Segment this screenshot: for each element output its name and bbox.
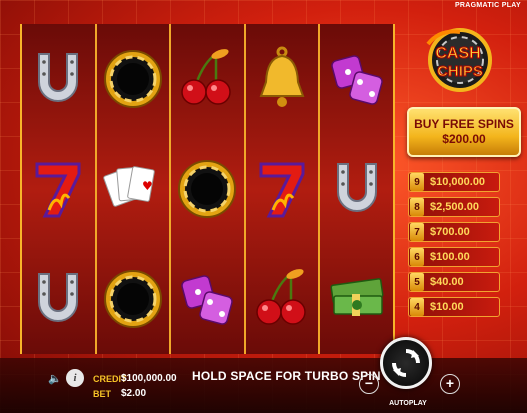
horseshoe-symbol-icon: [22, 244, 95, 354]
horseshoe-symbol-icon: [22, 24, 95, 134]
chip-symbol-icon: [171, 134, 244, 244]
dice-symbol-icon: [171, 244, 244, 354]
cash-symbol-icon: [320, 244, 393, 354]
bet-value: $2.00: [121, 388, 147, 399]
buy-free-spins-title: BUY FREE SPINS: [414, 117, 514, 131]
paytable-count: 9: [410, 173, 424, 191]
cherries-symbol-icon: [171, 24, 244, 134]
paytable-amount: $10,000.00: [430, 176, 486, 188]
decrease-bet-button[interactable]: −: [359, 374, 379, 394]
increase-bet-button[interactable]: +: [440, 374, 460, 394]
paytable-amount: $700.00: [430, 226, 470, 238]
turbo-spin-hint: HOLD SPACE FOR TURBO SPIN: [192, 369, 381, 383]
chip-symbol-icon: [97, 24, 170, 134]
scatter-paytable: 9 $10,000.00 8 $2,500.00 7 $700.00 6 $100.00…: [408, 172, 500, 322]
paytable-row: 5 $40.00: [408, 272, 500, 292]
paytable-amount: $40.00: [430, 276, 464, 288]
cherries-symbol-icon: [246, 244, 319, 354]
buy-free-spins-price: $200.00: [442, 132, 486, 146]
bell-symbol-icon: [246, 24, 319, 134]
horseshoe-symbol-icon: [320, 134, 393, 244]
paytable-count: 4: [410, 298, 424, 316]
spin-arrows-icon: [392, 349, 420, 377]
reel-column: [320, 24, 393, 354]
paytable-count: 7: [410, 223, 424, 241]
seven-symbol-icon: [22, 134, 95, 244]
svg-text:♥: ♥: [142, 179, 153, 193]
paytable-amount: $10.00: [430, 301, 464, 313]
credit-value: $100,000.00: [121, 373, 177, 384]
dice-symbol-icon: [320, 24, 393, 134]
buy-free-spins-button[interactable]: BUY FREE SPINS $200.00: [407, 107, 521, 157]
autoplay-button[interactable]: AUTOPLAY: [388, 400, 428, 407]
paytable-count: 5: [410, 273, 424, 291]
seven-symbol-icon: [246, 134, 319, 244]
sound-icon[interactable]: 🔈: [46, 369, 64, 387]
paytable-row: 6 $100.00: [408, 247, 500, 267]
provider-label: PRAGMATIC PLAY: [454, 2, 521, 9]
info-icon[interactable]: i: [66, 369, 84, 387]
reel-grid: ♥: [20, 24, 395, 354]
game-logo: CASH CHIPS: [420, 24, 496, 96]
chip-symbol-icon: [97, 244, 170, 354]
paytable-amount: $100.00: [430, 251, 470, 263]
reel-column: ♥: [97, 24, 172, 354]
logo-line2: CHIPS: [437, 63, 483, 80]
cards-symbol-icon: ♥: [97, 134, 170, 244]
paytable-row: 9 $10,000.00: [408, 172, 500, 192]
paytable-row: 4 $10.00: [408, 297, 500, 317]
paytable-row: 7 $700.00: [408, 222, 500, 242]
logo-line1: CASH: [435, 45, 480, 62]
paytable-count: 8: [410, 198, 424, 216]
bet-label: BET: [93, 389, 111, 399]
spin-button[interactable]: [380, 337, 432, 389]
paytable-row: 8 $2,500.00: [408, 197, 500, 217]
reel-column: [246, 24, 321, 354]
paytable-amount: $2,500.00: [430, 201, 479, 213]
reel-column: [22, 24, 97, 354]
reel-column: [171, 24, 246, 354]
paytable-count: 6: [410, 248, 424, 266]
